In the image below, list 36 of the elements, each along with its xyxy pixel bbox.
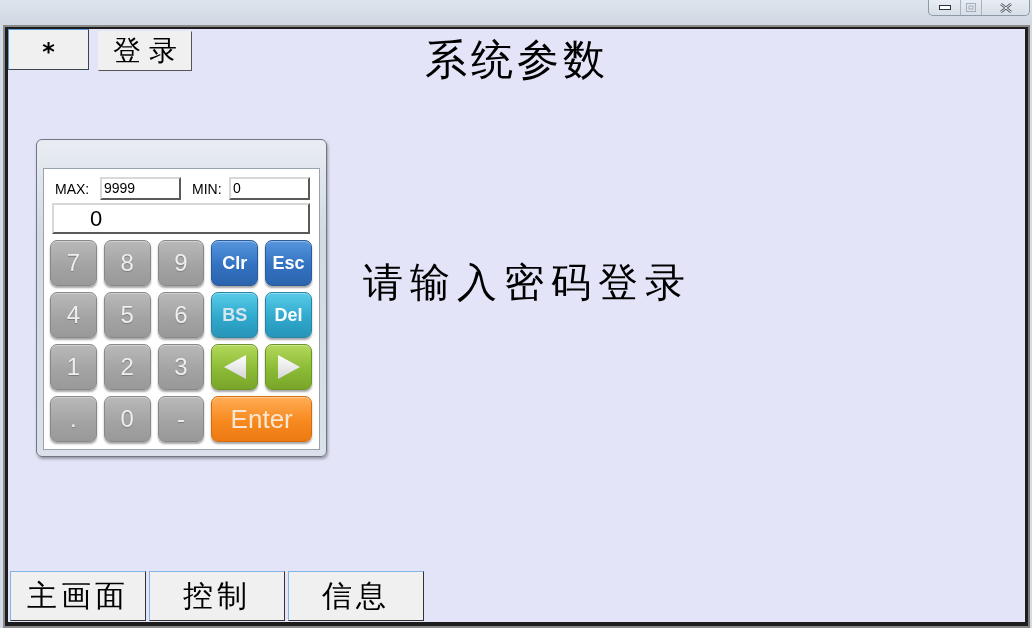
display-field[interactable]: 0 [52,203,310,234]
enter-key[interactable]: Enter [211,396,312,442]
max-field[interactable]: 9999 [100,177,181,200]
edit-key[interactable]: Del [265,292,312,338]
minimize-icon [938,5,951,10]
maximize-icon [966,3,976,12]
left-triangle-icon [223,355,246,379]
right-triangle-icon [277,355,300,379]
edit-key[interactable]: BS [211,292,259,338]
min-field[interactable]: 0 [229,177,310,200]
number-key[interactable]: . [50,396,97,442]
page-title: 系统参数 [424,37,609,85]
login-prompt: 请输入密码登录 [363,259,692,307]
nav-tab[interactable]: 信息 [288,571,424,621]
number-key[interactable]: 4 [50,292,97,338]
max-label: MAX: [54,180,91,197]
min-label: MIN: [191,180,223,197]
number-key[interactable]: 0 [103,396,151,442]
number-key[interactable]: 6 [157,292,205,338]
number-key[interactable]: 5 [103,292,151,338]
nav-tab[interactable]: 主画面 [10,571,146,621]
function-key[interactable]: Clr [211,240,259,286]
close-icon [999,2,1012,13]
number-key[interactable]: 7 [50,240,97,286]
arrow-key[interactable] [211,344,259,390]
number-key[interactable]: 1 [50,344,97,390]
asterisk-button[interactable]: * [8,29,89,70]
number-key[interactable]: 8 [103,240,151,286]
nav-tab[interactable]: 控制 [149,571,285,621]
number-key[interactable]: 2 [103,344,151,390]
number-key[interactable]: 3 [157,344,205,390]
number-key[interactable]: - [157,396,205,442]
number-key[interactable]: 9 [157,240,205,286]
arrow-key[interactable] [265,344,312,390]
login-button[interactable]: 登录 [98,31,192,71]
function-key[interactable]: Esc [265,240,312,286]
